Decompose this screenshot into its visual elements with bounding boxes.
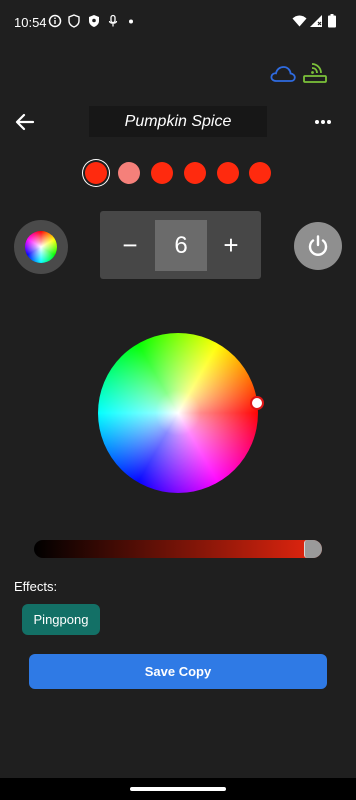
color-swatch[interactable] [151, 162, 173, 184]
color-wheel-icon [25, 231, 57, 263]
color-wheel-handle[interactable] [250, 396, 264, 410]
save-copy-button[interactable]: Save Copy [29, 654, 327, 689]
effects-label: Effects: [14, 579, 58, 594]
dot-icon [129, 19, 133, 24]
battery-icon [328, 14, 336, 28]
count-stepper: − 6 + [100, 211, 261, 279]
brightness-slider[interactable] [34, 540, 322, 558]
more-horizontal-icon[interactable] [312, 112, 334, 132]
home-gesture-handle[interactable] [130, 787, 226, 791]
status-time: 10:54 [14, 15, 47, 30]
stepper-value[interactable]: 6 [155, 220, 207, 271]
color-swatch[interactable] [118, 162, 140, 184]
router-icon[interactable] [302, 62, 328, 84]
brightness-slider-thumb[interactable] [304, 540, 322, 558]
signal-icon [310, 15, 322, 27]
preset-title-field[interactable]: Pumpkin Spice [89, 106, 267, 137]
power-button[interactable] [294, 222, 342, 270]
color-swatch[interactable] [85, 162, 107, 184]
shield-filled-icon [89, 15, 99, 27]
color-wheel-button[interactable] [14, 220, 68, 274]
shield-outline-icon [68, 14, 80, 28]
decrement-button[interactable]: − [104, 211, 156, 279]
mic-icon [108, 14, 118, 27]
arrow-left-icon[interactable] [12, 110, 38, 134]
color-swatch[interactable] [217, 162, 239, 184]
color-swatch[interactable] [249, 162, 271, 184]
increment-button[interactable]: + [205, 211, 257, 279]
color-wheel[interactable] [98, 333, 258, 493]
info-icon [48, 14, 62, 28]
power-icon [308, 235, 328, 256]
wifi-icon [292, 15, 307, 27]
status-bar: 10:54 [0, 0, 356, 44]
effect-chip-pingpong[interactable]: Pingpong [22, 604, 100, 635]
cloud-icon[interactable] [270, 64, 296, 84]
color-swatch[interactable] [184, 162, 206, 184]
